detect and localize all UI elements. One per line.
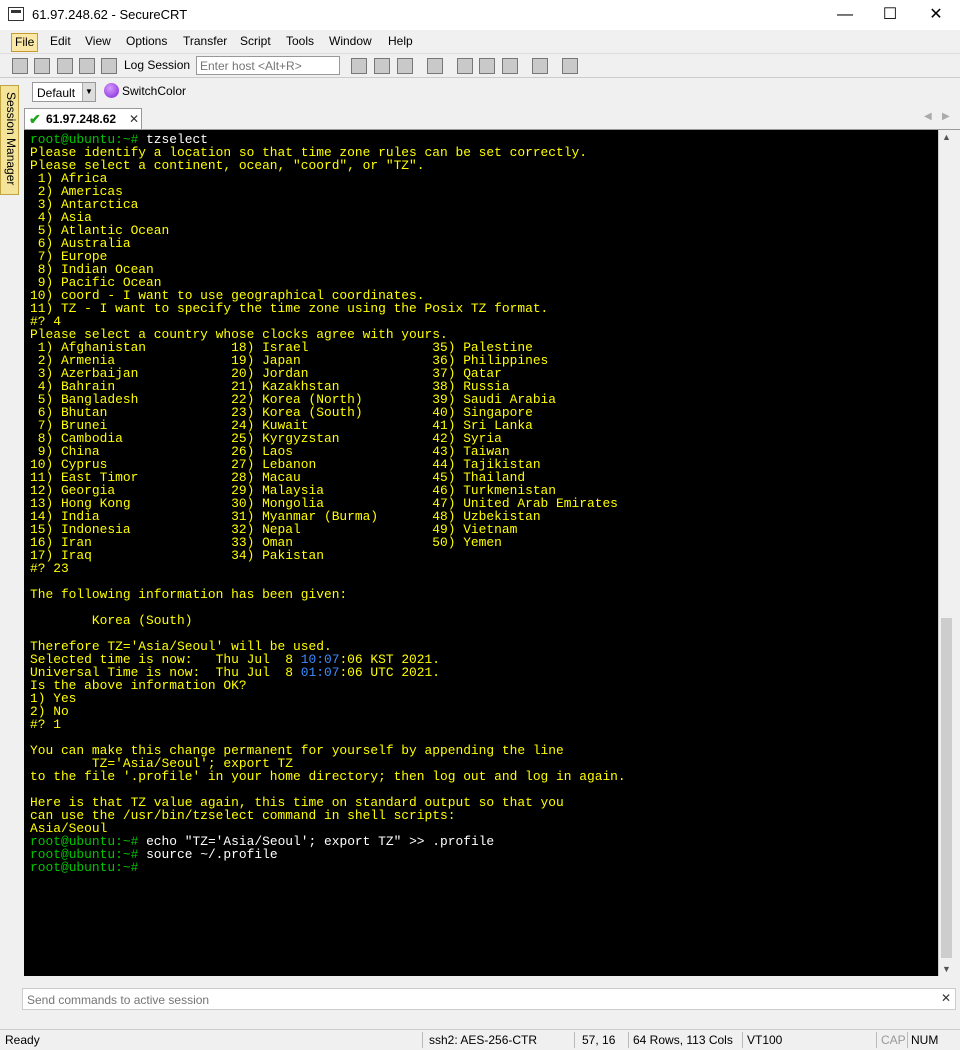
close-tab-icon[interactable]: ✕: [129, 112, 139, 126]
maximize-button[interactable]: ☐: [867, 0, 913, 30]
status-num-lock: NUM: [911, 1033, 939, 1047]
window-title: 61.97.248.62 - SecureCRT: [32, 7, 188, 22]
send-commands-input[interactable]: [25, 990, 929, 1010]
scroll-thumb[interactable]: [941, 618, 952, 958]
tab-session[interactable]: ✔ 61.97.248.62 ✕: [24, 108, 142, 129]
disconnect-icon[interactable]: [101, 58, 117, 74]
connected-check-icon: ✔: [29, 111, 41, 127]
minimize-button[interactable]: —: [822, 0, 868, 30]
status-cursor-position: 57, 16: [582, 1033, 616, 1047]
status-bar: Ready ssh2: AES-256-CTR 57, 16 64 Rows, …: [0, 1029, 960, 1050]
copy-icon[interactable]: [351, 58, 367, 74]
tab-label: 61.97.248.62: [46, 112, 117, 126]
connect-in-tab-icon[interactable]: [57, 58, 73, 74]
button-bar-select[interactable]: Default ▼: [32, 82, 96, 102]
session-manager-label: Session Manager: [4, 92, 18, 186]
menu-edit[interactable]: Edit: [47, 33, 74, 50]
status-caps-lock: CAP: [881, 1033, 906, 1047]
menu-transfer[interactable]: Transfer: [180, 33, 230, 50]
menu-tools[interactable]: Tools: [283, 33, 317, 50]
status-divider: [876, 1032, 877, 1048]
menu-bar: File Edit View Options Transfer Script T…: [0, 30, 960, 53]
quick-connect-icon[interactable]: [34, 58, 50, 74]
main-toolbar: Log Session: [0, 53, 960, 78]
menu-file[interactable]: File: [11, 33, 39, 52]
menu-window[interactable]: Window: [326, 33, 375, 50]
status-emulation: VT100: [747, 1033, 783, 1047]
terminal-screen[interactable]: root@ubuntu:~# tzselect Please identify …: [24, 130, 938, 976]
status-divider: [742, 1032, 743, 1048]
help-icon[interactable]: [532, 58, 548, 74]
button-bar-selected-value: Default: [37, 86, 76, 100]
menu-options[interactable]: Options: [123, 33, 170, 50]
enter-host-input[interactable]: [196, 56, 340, 75]
button-bar: Default ▼ SwitchColor: [0, 78, 960, 106]
status-cipher: ssh2: AES-256-CTR: [429, 1033, 538, 1047]
screen-icon[interactable]: [562, 58, 578, 74]
tab-scroll-right-icon[interactable]: ▶: [942, 111, 950, 122]
status-divider: [422, 1032, 423, 1048]
log-session-button[interactable]: Log Session: [124, 58, 190, 72]
scroll-up-icon[interactable]: ▲: [939, 132, 954, 142]
close-window-button[interactable]: ✕: [913, 0, 959, 30]
print-icon[interactable]: [427, 58, 443, 74]
terminal-scrollbar[interactable]: ▲ ▼: [938, 130, 954, 976]
reconnect-icon[interactable]: [79, 58, 95, 74]
menu-script[interactable]: Script: [237, 33, 274, 50]
keymap-icon[interactable]: [502, 58, 518, 74]
paste-icon[interactable]: [374, 58, 390, 74]
status-ready: Ready: [5, 1033, 40, 1047]
connect-icon[interactable]: [12, 58, 28, 74]
scroll-down-icon[interactable]: ▼: [939, 964, 954, 974]
find-icon[interactable]: [397, 58, 413, 74]
session-tab-strip: ✔ 61.97.248.62 ✕ ◀ ▶: [24, 108, 960, 130]
status-divider: [907, 1032, 908, 1048]
status-divider: [628, 1032, 629, 1048]
switch-color-icon[interactable]: [104, 83, 119, 98]
title-bar: 61.97.248.62 - SecureCRT — ☐ ✕: [0, 0, 960, 30]
session-manager-tab[interactable]: Session Manager: [0, 85, 19, 195]
menu-view[interactable]: View: [82, 33, 114, 50]
session-options-icon[interactable]: [457, 58, 473, 74]
tab-scroll-left-icon[interactable]: ◀: [924, 111, 932, 122]
command-window: ✕: [22, 988, 956, 1010]
chevron-down-icon[interactable]: ▼: [82, 83, 95, 101]
securecrt-app-icon: [8, 7, 24, 21]
menu-help[interactable]: Help: [385, 33, 416, 50]
close-command-window-icon[interactable]: ✕: [941, 991, 951, 1005]
switch-color-button[interactable]: SwitchColor: [122, 84, 186, 98]
status-terminal-size: 64 Rows, 113 Cols: [633, 1033, 733, 1047]
status-divider: [574, 1032, 575, 1048]
terminal-output: root@ubuntu:~# tzselect Please identify …: [30, 132, 626, 875]
global-options-icon[interactable]: [479, 58, 495, 74]
